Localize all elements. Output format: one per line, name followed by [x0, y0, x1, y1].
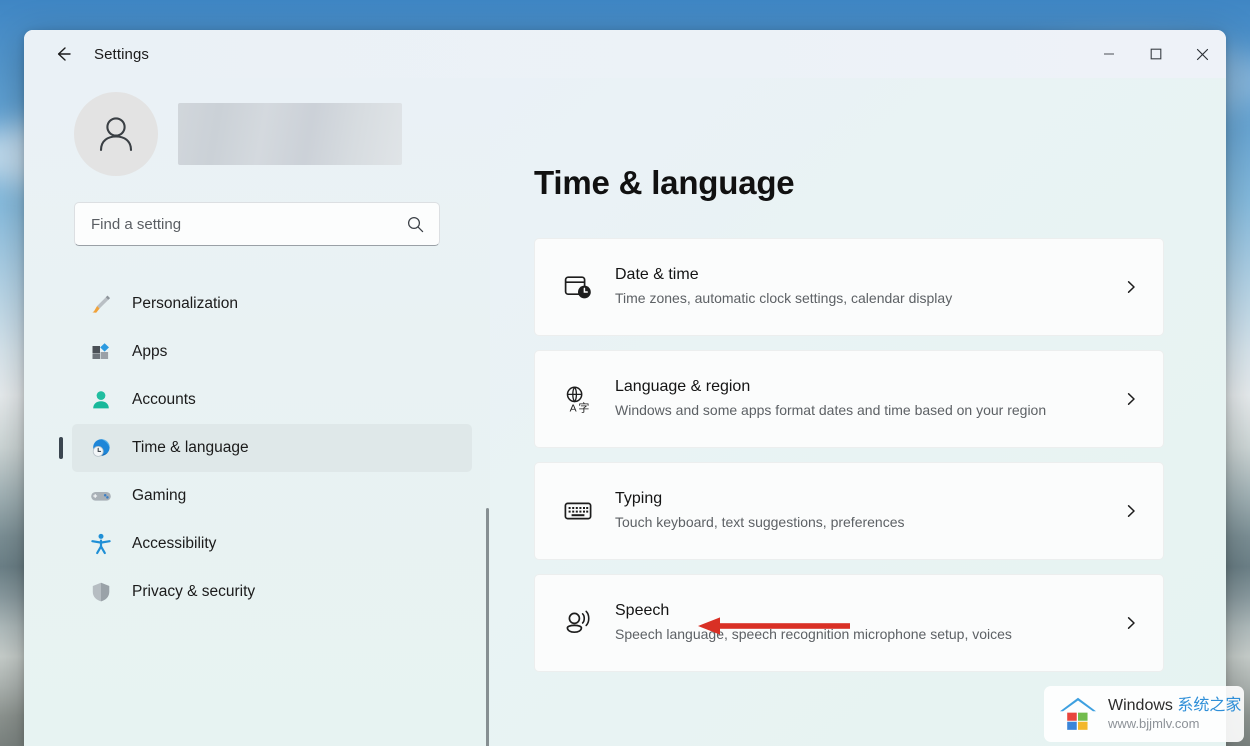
gamepad-icon	[88, 483, 114, 509]
card-description: Time zones, automatic clock settings, ca…	[615, 289, 953, 306]
speech-person-icon	[561, 606, 595, 640]
avatar	[74, 92, 158, 176]
watermark-title: Windows 系统之家	[1108, 697, 1241, 715]
card-description: Touch keyboard, text suggestions, prefer…	[615, 513, 905, 530]
sidebar-nav-list: Personalization Apps Accounts Time & lan…	[24, 280, 490, 616]
card-text: Language & region Windows and some apps …	[615, 378, 1121, 420]
card-title: Typing	[615, 489, 663, 507]
card-description: Speech language, speech recognition micr…	[615, 625, 1012, 642]
person-avatar-icon	[99, 117, 133, 152]
svg-text:字: 字	[578, 400, 589, 414]
window-controls	[1085, 30, 1226, 78]
account-name-redacted	[178, 103, 402, 165]
calendar-clock-icon	[561, 270, 595, 304]
title-bar: Settings	[24, 30, 1226, 78]
account-block[interactable]	[24, 92, 490, 176]
sidebar-scrollbar[interactable]	[486, 508, 489, 746]
close-button[interactable]	[1179, 30, 1226, 78]
card-text: Typing Touch keyboard, text suggestions,…	[615, 490, 1121, 532]
card-date-and-time[interactable]: Date & time Time zones, automatic clock …	[534, 238, 1164, 336]
chevron-right-icon[interactable]	[1121, 279, 1141, 295]
sidebar-item-privacy-and-security[interactable]: Privacy & security	[72, 568, 472, 616]
card-text: Speech Speech language, speech recogniti…	[615, 602, 1121, 644]
sidebar-item-apps[interactable]: Apps	[72, 328, 472, 376]
close-icon	[1196, 48, 1209, 60]
card-text: Date & time Time zones, automatic clock …	[615, 266, 1121, 308]
desktop-wallpaper: Settings Find a setting Personalization …	[0, 0, 1250, 746]
back-button[interactable]	[44, 38, 82, 70]
watermark-url: www.bjjmlv.com	[1108, 716, 1200, 732]
back-arrow-icon	[57, 47, 71, 61]
maximize-button[interactable]	[1132, 30, 1179, 78]
watermark-brand: Windows	[1108, 696, 1178, 714]
sidebar: Personalization Apps	[24, 78, 490, 746]
settings-window: Settings Find a setting Personalization …	[24, 30, 1226, 746]
sidebar-item-time-and-language[interactable]: Time & language	[59, 424, 472, 472]
card-speech[interactable]: Speech Speech language, speech recogniti…	[534, 574, 1164, 672]
person-icon	[88, 387, 114, 413]
search-box[interactable]	[74, 202, 440, 246]
minimize-button[interactable]	[1085, 30, 1132, 78]
sidebar-item-accessibility[interactable]: Accessibility	[72, 520, 472, 568]
svg-text:A: A	[570, 402, 577, 414]
sidebar-item-label: Time & language	[132, 439, 249, 456]
search-input[interactable]	[91, 215, 406, 233]
sidebar-item-label: Accessibility	[132, 535, 217, 552]
card-typing[interactable]: Typing Touch keyboard, text suggestions,…	[534, 462, 1164, 560]
sidebar-item-label: Apps	[132, 343, 168, 360]
search-container	[24, 202, 490, 246]
maximize-icon	[1150, 48, 1161, 60]
chevron-right-icon[interactable]	[1121, 503, 1141, 519]
site-watermark: Windows 系统之家 www.bjjmlv.com	[1044, 686, 1244, 742]
watermark-brand-cn: 系统之家	[1177, 696, 1242, 714]
minimize-icon	[1103, 53, 1114, 55]
apps-blocks-icon	[88, 339, 114, 365]
page-title: Time & language	[534, 164, 795, 201]
chevron-right-icon[interactable]	[1121, 391, 1141, 407]
card-title: Language & region	[615, 377, 751, 395]
card-language-and-region[interactable]: A 字 Language & region Windows and some a…	[534, 350, 1164, 448]
sidebar-item-label: Accounts	[132, 391, 196, 408]
sidebar-item-label: Personalization	[132, 295, 238, 312]
sidebar-item-gaming[interactable]: Gaming	[72, 472, 472, 520]
watermark-text: Windows 系统之家 www.bjjmlv.com	[1108, 697, 1241, 732]
keyboard-icon	[561, 494, 595, 528]
globe-language-icon: A 字	[561, 382, 595, 416]
window-body: Personalization Apps	[24, 78, 1226, 746]
clock-globe-icon	[88, 435, 114, 461]
app-title: Settings	[94, 45, 149, 63]
chevron-right-icon[interactable]	[1121, 615, 1141, 631]
card-description: Windows and some apps format dates and t…	[615, 401, 1047, 418]
sidebar-item-accounts[interactable]: Accounts	[72, 376, 472, 424]
sidebar-item-label: Gaming	[132, 487, 187, 504]
card-title: Speech	[615, 601, 670, 619]
paintbrush-icon	[88, 291, 114, 317]
card-title: Date & time	[615, 265, 699, 283]
windows-house-logo-icon	[1060, 697, 1096, 730]
selection-indicator	[59, 437, 63, 459]
search-icon[interactable]	[406, 215, 425, 234]
shield-icon	[88, 579, 114, 605]
sidebar-item-label: Privacy & security	[132, 583, 256, 600]
sidebar-item-personalization[interactable]: Personalization	[72, 280, 472, 328]
accessibility-person-icon	[88, 531, 114, 557]
main-content: Time & language Date & time Time zones, …	[490, 78, 1226, 746]
